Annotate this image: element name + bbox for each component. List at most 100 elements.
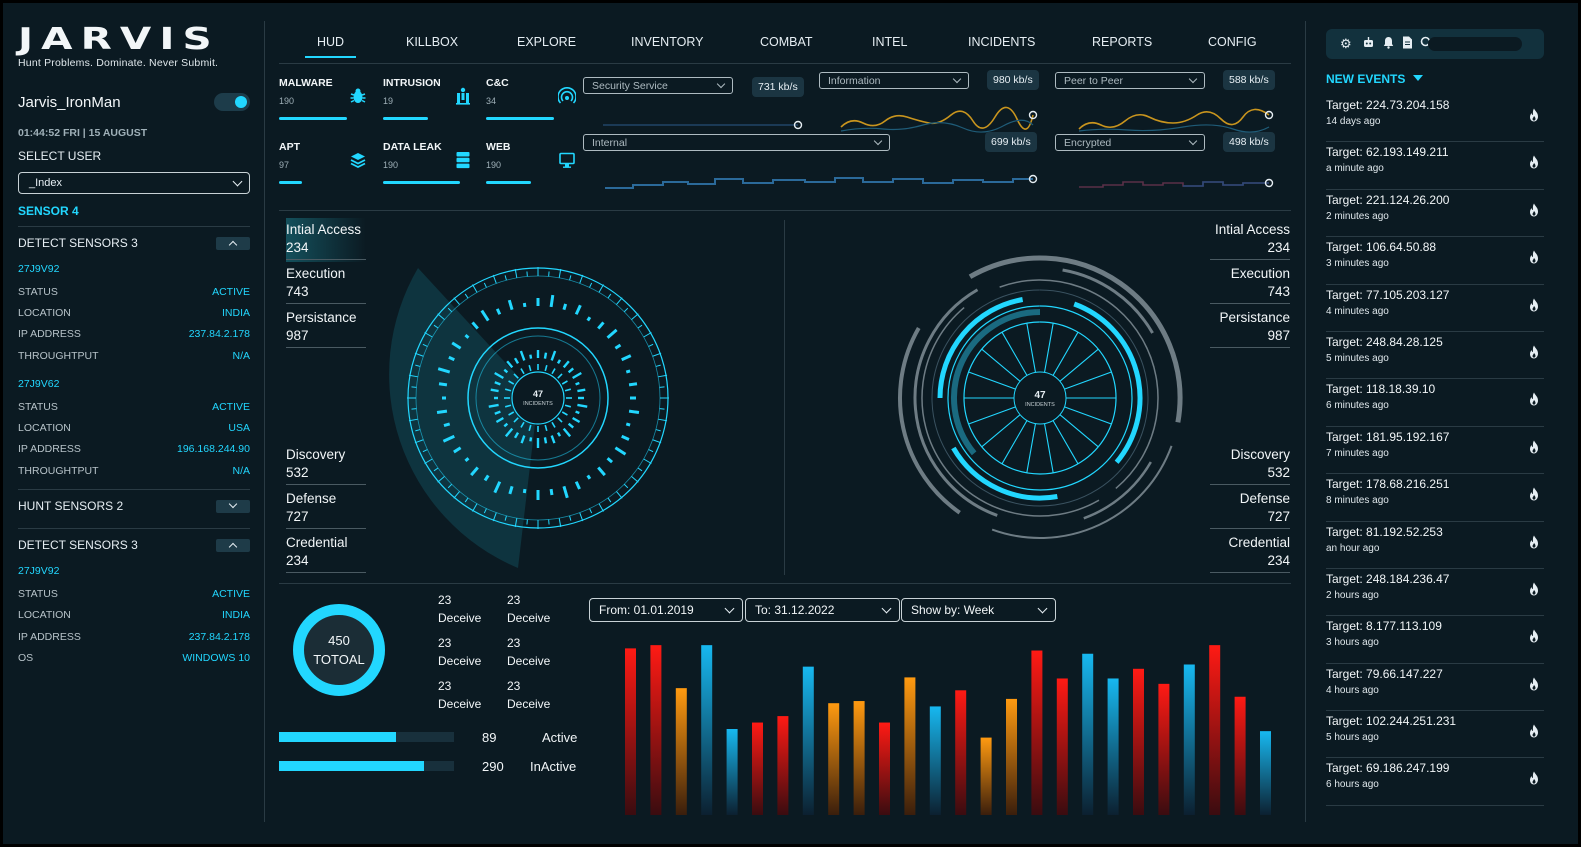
sensor-detail-value: N/A — [232, 464, 250, 477]
nav-tab-config[interactable]: CONFIG — [1208, 35, 1257, 49]
user-name: Jarvis_IronMan — [18, 93, 121, 111]
traffic-select[interactable]: Peer to Peer — [1055, 72, 1205, 89]
event-item[interactable]: Target: 8.177.113.109 3 hours ago — [1326, 616, 1544, 664]
radar-segment — [522, 302, 527, 308]
radar-tick — [598, 284, 604, 293]
nav-tab-intel[interactable]: INTEL — [872, 35, 907, 49]
deceive-stat: 23 Deceive — [438, 677, 481, 713]
deceive-stat: 23 Deceive — [438, 591, 481, 627]
radar-segment — [586, 316, 592, 322]
event-target: Target: 178.68.216.251 — [1326, 477, 1450, 492]
event-item[interactable]: Target: 248.184.236.47 2 hours ago — [1326, 569, 1544, 617]
collapse-button[interactable] — [216, 236, 250, 250]
traffic-select-label: Peer to Peer — [1064, 74, 1123, 87]
collapse-button[interactable] — [216, 499, 250, 513]
event-item[interactable]: Target: 221.124.26.200 2 minutes ago — [1326, 190, 1544, 238]
event-item[interactable]: Target: 81.192.52.253 an hour ago — [1326, 522, 1544, 569]
gear-icon[interactable]: ⚙ — [1340, 36, 1352, 52]
tactic-execution[interactable]: Execution 743 — [1210, 266, 1290, 304]
radar-tick — [551, 368, 556, 375]
event-time: 5 hours ago — [1326, 732, 1379, 744]
to-date-select[interactable]: To: 31.12.2022 — [745, 598, 900, 622]
radar-segment — [464, 333, 470, 339]
event-item[interactable]: Target: 118.18.39.10 6 minutes ago — [1326, 379, 1544, 427]
radar-tick — [652, 352, 662, 357]
nav-tab-combat[interactable]: COMBAT — [760, 35, 813, 49]
radar-label: INCIDENTS — [1025, 402, 1055, 408]
bell-icon[interactable] — [1382, 36, 1395, 52]
radar-segment — [574, 304, 582, 315]
radar-tick — [648, 343, 654, 347]
event-item[interactable]: Target: 224.73.204.158 14 days ago — [1326, 95, 1544, 143]
document-icon[interactable] — [1402, 36, 1413, 52]
sensor-section-header[interactable]: DETECT SENSORS 3 — [18, 537, 250, 553]
nav-tab-reports[interactable]: REPORTS — [1092, 35, 1152, 49]
radar-segment — [567, 367, 575, 374]
sensor-id[interactable]: 27J9V62 — [18, 378, 250, 390]
nav-tab-explore[interactable]: EXPLORE — [517, 35, 576, 49]
search-input[interactable] — [1428, 37, 1522, 51]
section-divider-bottom — [279, 583, 1291, 584]
radar-segment — [572, 371, 582, 380]
event-item[interactable]: Target: 106.64.50.88 3 minutes ago — [1326, 237, 1544, 285]
chart-bar — [1006, 698, 1017, 815]
deceive-stat: 23 Deceive — [507, 591, 550, 627]
new-events-header[interactable]: NEW EVENTS — [1326, 72, 1424, 86]
from-date-select[interactable]: From: 01.01.2019 — [589, 598, 743, 622]
radar-segment — [625, 369, 631, 374]
event-item[interactable]: Target: 62.193.149.211 a minute ago — [1326, 142, 1544, 190]
nav-tab-incidents[interactable]: INCIDENTS — [968, 35, 1035, 49]
nav-tab-inventory[interactable]: INVENTORY — [631, 35, 703, 49]
event-time: 8 minutes ago — [1326, 495, 1389, 507]
collapse-button[interactable] — [216, 538, 250, 552]
radar-segment — [513, 357, 520, 364]
event-item[interactable]: Target: 102.244.251.231 5 hours ago — [1326, 711, 1544, 759]
tactic-credential[interactable]: Credential 234 — [1210, 535, 1290, 573]
spoke — [1064, 371, 1112, 390]
event-time: 4 hours ago — [1326, 684, 1379, 696]
event-item[interactable]: Target: 79.66.147.227 4 hours ago — [1326, 664, 1544, 712]
chart-bar — [726, 729, 738, 815]
sensor-section-header[interactable]: DETECT SENSORS 3 — [18, 235, 250, 251]
nav-tab-killbox[interactable]: KILLBOX — [406, 35, 458, 49]
top-toolbar: ⚙ — [1326, 29, 1544, 59]
event-item[interactable]: Target: 178.68.216.251 8 minutes ago — [1326, 474, 1544, 522]
show-by-select[interactable]: Show by: Week — [901, 598, 1056, 622]
tactic-defense[interactable]: Defense 727 — [1210, 491, 1290, 529]
robot-icon[interactable] — [1362, 36, 1375, 52]
sensor-id[interactable]: 27J9V92 — [18, 565, 250, 577]
radar-tick — [643, 332, 652, 338]
event-item[interactable]: Target: 77.105.203.127 4 minutes ago — [1326, 285, 1544, 332]
new-events-title: NEW EVENTS — [1326, 72, 1406, 86]
chevron-down-icon — [232, 176, 243, 186]
signal-icon — [557, 87, 577, 110]
deceive-count: 23 — [438, 636, 452, 650]
sensor-section-header[interactable]: HUNT SENSORS 2 — [18, 498, 250, 514]
sensor-detail-key: STATUS — [18, 285, 58, 298]
traffic-select[interactable]: Security Service — [583, 77, 733, 94]
traffic-select[interactable]: Information — [819, 72, 969, 89]
user-select[interactable]: _Index — [18, 172, 250, 194]
from-date-label: From: 01.01.2019 — [599, 603, 694, 617]
spoke — [1043, 423, 1054, 473]
tactic-discovery[interactable]: Discovery 532 — [1210, 447, 1290, 485]
radar-tick — [557, 417, 563, 423]
sensor-detail-key: STATUS — [18, 400, 58, 413]
sensor-detail-value: INDIA — [221, 609, 250, 622]
nav-tab-hud[interactable]: HUD — [304, 35, 357, 58]
event-target: Target: 69.186.247.199 — [1326, 761, 1450, 776]
event-item[interactable]: Target: 181.95.192.167 7 minutes ago — [1326, 427, 1544, 475]
radar-tick — [520, 368, 525, 375]
tactic-persistance[interactable]: Persistance 987 — [1210, 310, 1290, 348]
sensor-detail-row: STATUS ACTIVE — [18, 583, 250, 604]
chart-bar — [650, 645, 662, 815]
event-item[interactable]: Target: 248.84.28.125 5 minutes ago — [1326, 332, 1544, 380]
radar-tick — [579, 274, 584, 284]
event-item[interactable]: Target: 69.186.247.199 6 hours ago — [1326, 758, 1544, 806]
sensor-id[interactable]: 27J9V92 — [18, 263, 250, 275]
user-toggle[interactable] — [214, 93, 250, 111]
flame-icon — [1528, 677, 1540, 696]
flame-icon — [1528, 392, 1540, 411]
tactic-intial-access[interactable]: Intial Access 234 — [1210, 222, 1290, 260]
radar-segment — [597, 466, 606, 477]
